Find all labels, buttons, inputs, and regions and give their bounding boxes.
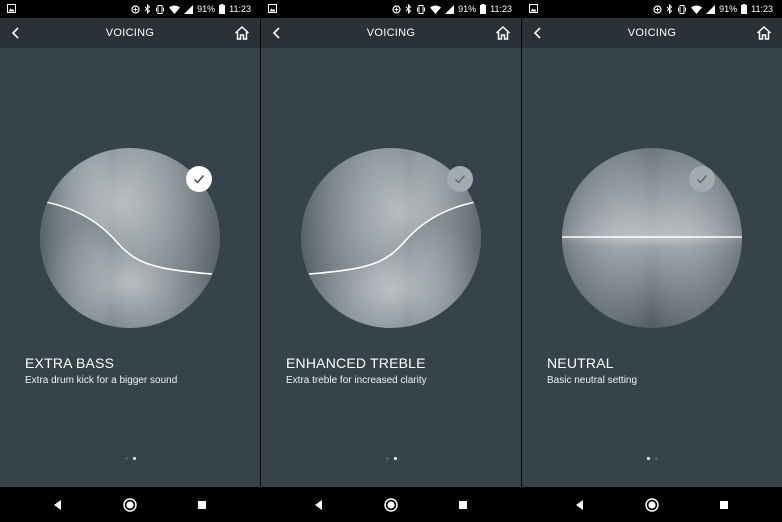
navigation-bar (261, 487, 521, 522)
screens-container: 91% 11:23 VOICING EXTRA BASS Extra drum … (0, 0, 782, 522)
vibrate-icon (156, 4, 165, 14)
nav-recents-icon[interactable] (455, 497, 471, 513)
clock: 11:23 (229, 4, 251, 14)
battery-icon (480, 4, 487, 14)
home-icon[interactable] (494, 24, 512, 42)
page-title: VOICING (105, 27, 155, 39)
data-saver-icon (392, 4, 401, 14)
signal-icon (445, 4, 455, 14)
page-indicator (261, 457, 521, 463)
gallery-icon (529, 4, 538, 13)
voicing-description: Extra treble for increased clarity (286, 375, 427, 386)
status-bar: 91% 11:23 (522, 0, 782, 18)
navigation-bar (0, 487, 260, 522)
bluetooth-icon (144, 4, 151, 14)
app-bar: VOICING (522, 18, 782, 48)
gallery-icon (268, 4, 277, 13)
nav-back-icon[interactable] (311, 497, 327, 513)
nav-home-icon[interactable] (122, 497, 138, 513)
wifi-icon (691, 5, 703, 14)
bluetooth-icon (405, 4, 412, 14)
voicing-name: NEUTRAL (547, 355, 614, 371)
battery-icon (741, 4, 748, 14)
page-dot (654, 457, 658, 460)
clock: 11:23 (751, 4, 773, 14)
page-dot (124, 457, 128, 460)
data-saver-icon (131, 4, 140, 14)
battery-percent: 91% (458, 4, 477, 14)
page-title: VOICING (627, 27, 677, 39)
signal-icon (184, 4, 194, 14)
gallery-icon (7, 4, 16, 13)
navigation-bar (522, 487, 782, 522)
voicing-screen-1: 91% 11:23 VOICING EXTRA BASS Extra drum … (0, 0, 260, 522)
page-dot-active (393, 457, 397, 460)
status-bar: 91% 11:23 (0, 0, 260, 18)
wifi-icon (430, 5, 442, 14)
unselected-check-icon[interactable] (689, 166, 715, 192)
data-saver-icon (653, 4, 662, 14)
page-dot-active (132, 457, 136, 460)
voicing-screen-3: 91% 11:23 VOICING NEUTRAL Basic neutral … (522, 0, 782, 522)
voicing-name: EXTRA BASS (25, 355, 115, 371)
page-dot (385, 457, 389, 460)
home-icon[interactable] (755, 24, 773, 42)
battery-icon (219, 4, 226, 14)
vibrate-icon (417, 4, 426, 14)
app-bar: VOICING (261, 18, 521, 48)
clock: 11:23 (490, 4, 512, 14)
app-bar: VOICING (0, 18, 260, 48)
nav-home-icon[interactable] (644, 497, 660, 513)
bluetooth-icon (666, 4, 673, 14)
voicing-description: Basic neutral setting (547, 375, 638, 386)
voicing-screen-2: 91% 11:23 VOICING ENHANCED TREBLE Extra … (261, 0, 521, 522)
vibrate-icon (678, 4, 687, 14)
nav-back-icon[interactable] (50, 497, 66, 513)
home-icon[interactable] (233, 24, 251, 42)
voicing-description: Extra drum kick for a bigger sound (25, 375, 178, 386)
battery-percent: 91% (197, 4, 216, 14)
page-dot-active (646, 457, 650, 460)
selected-check-icon[interactable] (186, 166, 212, 192)
neutral-curve-graphic[interactable] (562, 148, 742, 328)
nav-back-icon[interactable] (572, 497, 588, 513)
signal-icon (706, 4, 716, 14)
page-indicator (522, 457, 782, 463)
status-bar: 91% 11:23 (261, 0, 521, 18)
nav-home-icon[interactable] (383, 497, 399, 513)
page-indicator (0, 457, 260, 463)
nav-recents-icon[interactable] (716, 497, 732, 513)
unselected-check-icon[interactable] (447, 166, 473, 192)
battery-percent: 91% (719, 4, 738, 14)
voicing-name: ENHANCED TREBLE (286, 355, 426, 371)
page-title: VOICING (366, 27, 416, 39)
nav-recents-icon[interactable] (194, 497, 210, 513)
wifi-icon (169, 5, 181, 14)
